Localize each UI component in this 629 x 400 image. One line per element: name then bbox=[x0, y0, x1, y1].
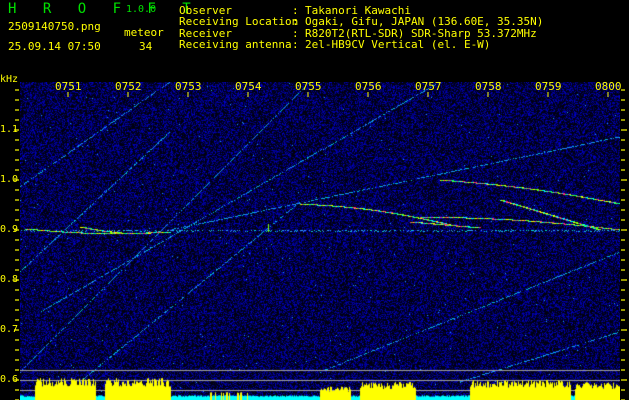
x-tick-label: 0757 bbox=[415, 80, 442, 93]
y-tick-label: 1.1 bbox=[0, 124, 19, 135]
x-tick-label: 0800 bbox=[595, 80, 622, 93]
y-tick-label: 0.6 bbox=[0, 374, 19, 385]
y-tick-label: 1.0 bbox=[0, 174, 19, 185]
axis-ticks bbox=[14, 89, 627, 400]
x-tick-label: 0754 bbox=[235, 80, 262, 93]
x-tick-label: 0758 bbox=[475, 80, 502, 93]
x-tick-label: 0752 bbox=[115, 80, 142, 93]
x-tick-label: 0755 bbox=[295, 80, 322, 93]
y-tick-label: 0.7 bbox=[0, 324, 19, 335]
y-tick-label: 0.9 bbox=[0, 224, 19, 235]
y-tick-label: 0.8 bbox=[0, 274, 19, 285]
x-tick-label: 0756 bbox=[355, 80, 382, 93]
x-tick-label: 0753 bbox=[175, 80, 202, 93]
x-tick-label: 0751 bbox=[55, 80, 82, 93]
x-tick-label: 0759 bbox=[535, 80, 562, 93]
